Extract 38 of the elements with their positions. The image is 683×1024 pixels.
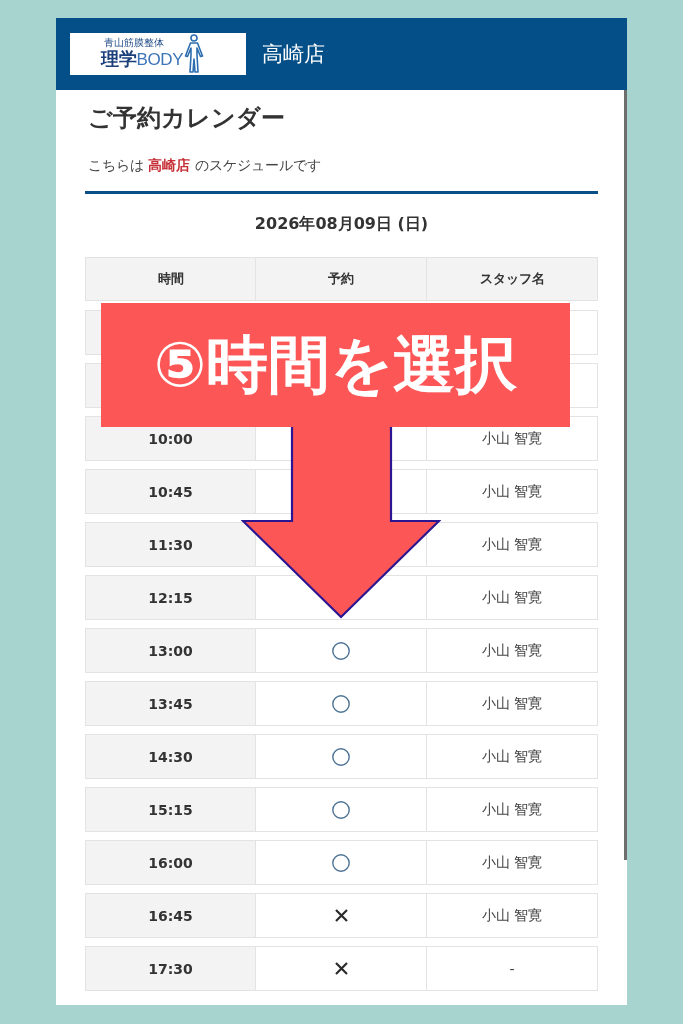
time-cell: 11:30 bbox=[85, 522, 256, 567]
logo[interactable]: 青山筋膜整体 理学BODY bbox=[70, 33, 246, 75]
time-cell: 15:15 bbox=[85, 787, 256, 832]
circle-icon[interactable] bbox=[332, 800, 350, 819]
circle-icon[interactable] bbox=[332, 694, 350, 713]
column-header: 時間 bbox=[85, 257, 256, 301]
page-title: ご予約カレンダー bbox=[88, 103, 286, 134]
scrollbar[interactable] bbox=[624, 90, 627, 860]
store-name: 高崎店 bbox=[262, 41, 325, 68]
staff-cell: 小山 智寛 bbox=[427, 734, 598, 779]
staff-cell: 小山 智寛 bbox=[427, 575, 598, 620]
time-cell: 14:30 bbox=[85, 734, 256, 779]
column-header: スタッフ名 bbox=[427, 257, 598, 301]
staff-cell: 小山 智寛 bbox=[427, 893, 598, 938]
time-cell: 12:15 bbox=[85, 575, 256, 620]
time-cell: 16:00 bbox=[85, 840, 256, 885]
staff-cell: 小山 智寛 bbox=[427, 522, 598, 567]
staff-cell: 小山 智寛 bbox=[427, 787, 598, 832]
column-header: 予約 bbox=[256, 257, 427, 301]
logo-wordmark: 理学BODY bbox=[101, 48, 184, 71]
logo-tagline: 青山筋膜整体 bbox=[104, 37, 164, 48]
staff-cell: 小山 智寛 bbox=[427, 681, 598, 726]
human-figure-icon bbox=[184, 34, 205, 74]
staff-cell: - bbox=[427, 946, 598, 991]
circle-icon[interactable] bbox=[332, 641, 350, 660]
time-cell: 13:45 bbox=[85, 681, 256, 726]
circle-icon[interactable] bbox=[332, 853, 350, 872]
staff-cell: 小山 智寛 bbox=[427, 469, 598, 514]
time-cell: 16:45 bbox=[85, 893, 256, 938]
staff-cell: 小山 智寛 bbox=[427, 628, 598, 673]
time-cell: 10:45 bbox=[85, 469, 256, 514]
time-cell: 17:30 bbox=[85, 946, 256, 991]
callout-banner: ⑤時間を選択 bbox=[101, 303, 570, 427]
circle-icon[interactable] bbox=[332, 747, 350, 766]
date-heading: 2026年08月09日 (日) bbox=[253, 213, 430, 235]
schedule-subtitle: こちらは 高崎店 のスケジュールです bbox=[88, 156, 322, 175]
time-cell: 13:00 bbox=[85, 628, 256, 673]
staff-cell: 小山 智寛 bbox=[427, 840, 598, 885]
